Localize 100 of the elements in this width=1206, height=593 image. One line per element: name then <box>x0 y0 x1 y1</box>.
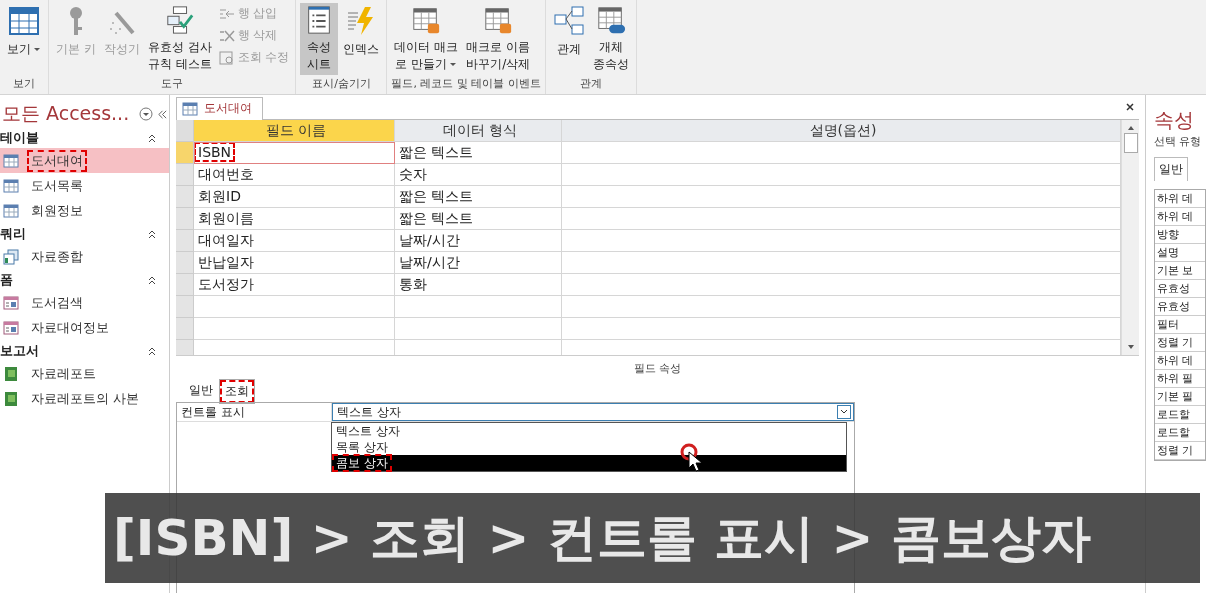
property-label: 하위 필 <box>1155 370 1205 388</box>
table-icon <box>3 202 19 219</box>
combo-box[interactable]: 텍스트 상자 <box>332 403 854 421</box>
table-cell[interactable] <box>395 296 562 318</box>
property-label: 정렬 기 <box>1155 334 1205 352</box>
table-cell[interactable]: 대여일자 <box>194 230 395 252</box>
column-header[interactable]: 필드 이름 <box>194 120 395 142</box>
table-cell[interactable]: 짧은 텍스트 <box>395 142 562 164</box>
row-selector[interactable] <box>176 318 194 340</box>
row-selector[interactable] <box>176 186 194 208</box>
table-cell[interactable] <box>562 318 1121 340</box>
table-cell[interactable]: 도서정가 <box>194 274 395 296</box>
scroll-thumb[interactable] <box>1123 132 1138 153</box>
row-selector[interactable] <box>176 164 194 186</box>
collapse-icon[interactable] <box>157 108 169 120</box>
row-selector[interactable] <box>176 274 194 296</box>
table-cell[interactable] <box>194 318 395 340</box>
nav-item[interactable]: 자료레포트 <box>0 361 169 386</box>
chevron-down-icon[interactable] <box>837 405 851 419</box>
table-cell[interactable] <box>562 274 1121 296</box>
dropdown-icon[interactable] <box>139 107 154 121</box>
report-icon <box>3 390 19 407</box>
ribbon-button[interactable]: 인덱스 <box>340 3 383 75</box>
nav-title: 모든 Access... <box>2 101 130 126</box>
table-cell[interactable]: ISBN <box>194 142 395 164</box>
row-selector[interactable] <box>176 142 194 164</box>
table-cell[interactable] <box>562 296 1121 318</box>
table-cell[interactable] <box>562 208 1121 230</box>
close-icon[interactable] <box>1125 102 1135 112</box>
table-cell[interactable] <box>562 230 1121 252</box>
row-selector[interactable] <box>176 252 194 274</box>
nav-item[interactable]: 자료레포트의 사본 <box>0 386 169 411</box>
document-tab[interactable]: 도서대여 <box>176 97 263 120</box>
table-icon <box>3 152 19 169</box>
property-label: 하위 데 <box>1155 352 1205 370</box>
property-label: 기본 필 <box>1155 388 1205 406</box>
tab[interactable]: 일반 <box>184 379 218 402</box>
corner-cell[interactable] <box>176 120 194 142</box>
dropdown-option[interactable]: 텍스트 상자 <box>332 423 846 439</box>
row-selector[interactable] <box>176 230 194 252</box>
section-title: 필드 속성 <box>632 361 683 377</box>
nav-item[interactable]: 도서대여 <box>0 148 169 173</box>
table-cell[interactable] <box>395 318 562 340</box>
property-label: 설명 <box>1155 244 1205 262</box>
group-label: 관계 <box>578 76 603 92</box>
property-label: 로드할 <box>1155 424 1205 442</box>
column-header[interactable]: 데이터 형식 <box>395 120 562 142</box>
table-cell[interactable]: 대여번호 <box>194 164 395 186</box>
table-cell[interactable]: 반납일자 <box>194 252 395 274</box>
table-cell[interactable] <box>562 142 1121 164</box>
nav-group-header[interactable]: 쿼리 <box>0 223 169 244</box>
table-cell[interactable] <box>562 186 1121 208</box>
nav-item[interactable]: 도서목록 <box>0 173 169 198</box>
column-header[interactable]: 설명(옵션) <box>562 120 1121 142</box>
table-cell[interactable]: 짧은 텍스트 <box>395 208 562 230</box>
table-cell[interactable] <box>194 296 395 318</box>
table-cell[interactable]: 숫자 <box>395 164 562 186</box>
form-icon <box>3 319 19 336</box>
form-icon <box>3 294 19 311</box>
relationships-icon <box>552 5 585 37</box>
nav-group-header[interactable]: 폼 <box>0 269 169 290</box>
ribbon-button[interactable]: 데이터 매크 로 만들기 <box>391 3 462 75</box>
property-label: 유효성 <box>1155 280 1205 298</box>
dropdown-option[interactable]: 콤보 상자 <box>332 455 846 471</box>
ribbon-button[interactable]: 유효성 검사 규칙 테스트 <box>144 3 215 75</box>
ribbon-button[interactable]: 개체 종속성 <box>589 3 632 75</box>
ribbon-button[interactable]: 매크로 이름 바꾸기/삭제 <box>463 3 534 75</box>
group-label: 표시/숨기기 <box>311 76 372 92</box>
nav-item[interactable]: 회원정보 <box>0 198 169 223</box>
table-cell[interactable]: 짧은 텍스트 <box>395 186 562 208</box>
nav-item[interactable]: 자료대여정보 <box>0 315 169 340</box>
nav-group-header[interactable]: 보고서 <box>0 340 169 361</box>
report-icon <box>3 365 19 382</box>
nav-item[interactable]: 도서검색 <box>0 290 169 315</box>
table-cell[interactable]: 회원ID <box>194 186 395 208</box>
nav-group-header[interactable]: 테이블 <box>0 127 169 148</box>
property-label: 하위 데 <box>1155 208 1205 226</box>
ribbon-button[interactable]: 속성 시트 <box>300 3 339 75</box>
tab[interactable]: 조회 <box>220 380 254 403</box>
property-label: 로드할 <box>1155 406 1205 424</box>
ribbon-button[interactable]: 관계 <box>549 3 588 75</box>
query-icon <box>3 248 19 265</box>
row-selector[interactable] <box>176 208 194 230</box>
dropdown-option[interactable]: 목록 상자 <box>332 439 846 455</box>
row-selector[interactable] <box>176 296 194 318</box>
ribbon-button[interactable]: 보기 <box>4 3 44 75</box>
grid-icon <box>8 5 40 37</box>
table-cell[interactable]: 날짜/시간 <box>395 252 562 274</box>
table-cell[interactable] <box>562 252 1121 274</box>
group-label: 보기 <box>12 76 36 92</box>
property-label: 정렬 기 <box>1155 442 1205 460</box>
tab[interactable]: 일반 <box>1154 157 1188 181</box>
table-cell[interactable] <box>562 164 1121 186</box>
table-cell[interactable]: 통화 <box>395 274 562 296</box>
lookup-icon <box>218 49 235 66</box>
property-label: 필터 <box>1155 316 1205 334</box>
table-cell[interactable]: 날짜/시간 <box>395 230 562 252</box>
table-cell[interactable]: 회원이름 <box>194 208 395 230</box>
nav-item[interactable]: 자료종합 <box>0 244 169 269</box>
scrollbar[interactable] <box>1121 120 1139 355</box>
